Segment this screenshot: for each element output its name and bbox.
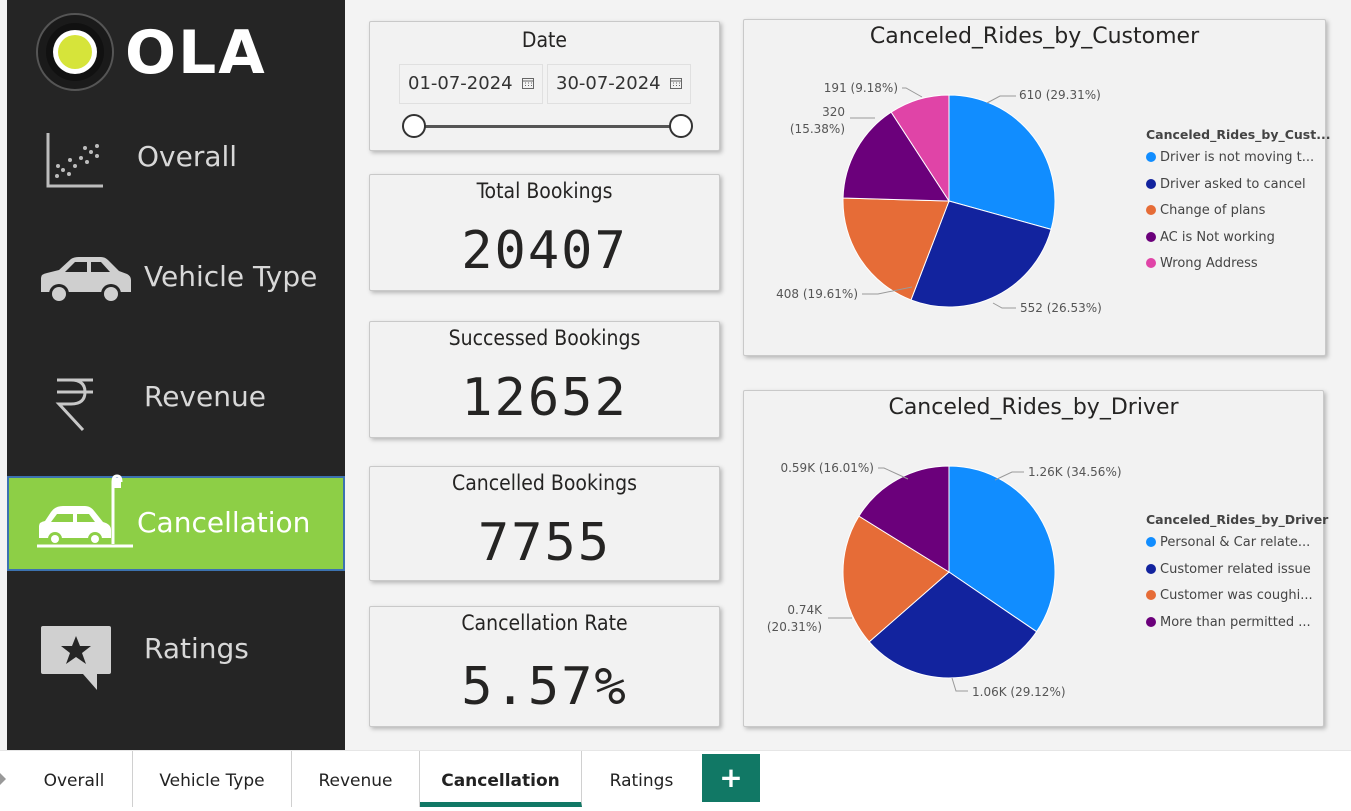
- kpi-value: 12652: [461, 368, 628, 428]
- legend-item[interactable]: Customer related issue: [1146, 562, 1328, 589]
- legend-label: Customer related issue: [1160, 561, 1311, 577]
- data-label: 1.26K (34.56%): [1028, 465, 1122, 479]
- legend-dot: [1146, 258, 1156, 268]
- leader-line: [986, 95, 1016, 104]
- sidebar-item-label: Vehicle Type: [144, 260, 318, 293]
- kpi-card-cancellation-rate: Cancellation Rate 5.57%: [369, 606, 720, 727]
- legend-label: Customer was coughi...: [1160, 588, 1313, 603]
- ola-logo-icon: [36, 13, 114, 91]
- legend-title: Canceled_Rides_by_Driver: [1146, 512, 1329, 527]
- sidebar-item-label: Cancellation: [137, 506, 311, 539]
- legend-dot: [1146, 178, 1156, 189]
- kpi-card-total-bookings: Total Bookings 20407: [369, 174, 720, 291]
- chart-legend: Canceled_Rides_by_Driver Personal & Car …: [1146, 512, 1328, 641]
- legend-dot: [1146, 590, 1156, 600]
- scatter-chart-icon: [46, 133, 103, 188]
- legend-item[interactable]: Customer was coughi...: [1146, 588, 1328, 615]
- tab-cancellation[interactable]: Cancellation: [420, 751, 582, 807]
- tab-ratings[interactable]: Ratings: [582, 751, 701, 807]
- add-page-button[interactable]: +: [702, 754, 760, 802]
- leader-line: [878, 467, 909, 480]
- star-comment-icon: [41, 626, 111, 690]
- legend-label: More than permitted ...: [1160, 614, 1311, 630]
- chart-canceled-by-driver: Canceled_Rides_by_Driver 1.26K (34.56%) 1…: [743, 390, 1328, 727]
- legend-item[interactable]: AC is Not working: [1146, 230, 1330, 257]
- legend-dot: [1146, 616, 1156, 627]
- ola-logo: OLA: [35, 12, 285, 92]
- legend-title: Canceled_Rides_by_Cust...: [1146, 127, 1331, 142]
- leader-line: [951, 677, 968, 692]
- start-date-input[interactable]: 01-07-2024: [399, 64, 543, 104]
- rupee-icon: [55, 378, 93, 432]
- legend-dot: [1146, 152, 1156, 162]
- data-label: 552 (26.53%): [1020, 301, 1102, 315]
- tab-scroll-arrow-icon[interactable]: [0, 773, 6, 785]
- data-label: 191 (9.18%): [824, 81, 898, 95]
- sidebar-item-label: Overall: [137, 140, 238, 173]
- legend-item[interactable]: Driver asked to cancel: [1146, 177, 1330, 204]
- legend-item[interactable]: Change of plans: [1146, 203, 1330, 230]
- sidebar-item-revenue[interactable]: Revenue: [7, 352, 345, 447]
- kpi-value: 20407: [461, 221, 628, 281]
- legend-dot: [1146, 231, 1156, 242]
- page-tab-bar: Overall Vehicle Type Revenue Cancellatio…: [0, 750, 1351, 807]
- legend-label: Change of plans: [1160, 203, 1266, 218]
- logo-text: OLA: [125, 18, 267, 88]
- legend-item[interactable]: More than permitted ...: [1146, 615, 1328, 642]
- legend-label: AC is Not working: [1160, 229, 1275, 245]
- data-label: 408 (19.61%): [776, 287, 858, 301]
- leader-line: [992, 302, 1016, 309]
- data-label: 610 (29.31%): [1019, 88, 1101, 102]
- data-label: 320 (15.38%): [790, 105, 845, 136]
- sidebar-item-vehicle-type[interactable]: Vehicle Type: [7, 232, 345, 327]
- sidebar-item-cancellation[interactable]: Cancellation: [7, 474, 345, 571]
- date-range-track[interactable]: [415, 125, 682, 128]
- legend-label: Personal & Car relate...: [1160, 535, 1311, 550]
- legend-dot: [1146, 537, 1156, 547]
- legend-item[interactable]: Personal & Car relate...: [1146, 535, 1328, 562]
- sidebar-item-label: Revenue: [144, 380, 266, 413]
- calendar-icon[interactable]: [670, 77, 682, 89]
- sidebar-item-label: Ratings: [144, 632, 249, 665]
- tab-vehicle-type[interactable]: Vehicle Type: [133, 751, 292, 807]
- tab-revenue[interactable]: Revenue: [292, 751, 420, 807]
- legend-label: Driver is not moving t...: [1160, 150, 1315, 165]
- tab-overall[interactable]: Overall: [16, 751, 133, 807]
- calendar-icon[interactable]: [522, 77, 534, 89]
- data-label: 0.74K (20.31%): [767, 603, 823, 634]
- range-start-handle[interactable]: [402, 114, 426, 138]
- leader-line: [902, 87, 923, 98]
- sidebar-item-ratings[interactable]: Ratings: [7, 604, 345, 699]
- legend-dot: [1146, 205, 1156, 215]
- legend-label: Driver asked to cancel: [1160, 176, 1306, 192]
- legend-item[interactable]: Wrong Address: [1146, 256, 1330, 283]
- kpi-title: Cancelled Bookings: [452, 471, 637, 495]
- end-date-value: 30-07-2024: [556, 73, 661, 94]
- kpi-value: 7755: [477, 513, 612, 573]
- kpi-title: Total Bookings: [476, 179, 613, 203]
- kpi-title: Cancellation Rate: [461, 611, 628, 635]
- car-icon: [41, 257, 131, 304]
- end-date-input[interactable]: 30-07-2024: [547, 64, 691, 104]
- sidebar-nav: OLA Overall Vehicle Type Revenue Cancell…: [7, 0, 345, 750]
- kpi-value: 5.57%: [461, 657, 628, 717]
- range-end-handle[interactable]: [669, 114, 693, 138]
- car-crash-icon: [37, 474, 133, 548]
- kpi-card-successed-bookings: Successed Bookings 12652: [369, 321, 720, 438]
- kpi-title: Successed Bookings: [448, 326, 641, 350]
- legend-item[interactable]: Driver is not moving t...: [1146, 150, 1330, 177]
- start-date-value: 01-07-2024: [408, 73, 513, 94]
- chart-canceled-by-customer: Canceled_Rides_by_Customer 610 (29.31%) 5…: [743, 19, 1330, 356]
- date-slicer-title: Date: [521, 28, 568, 52]
- sidebar-item-overall[interactable]: Overall: [7, 112, 345, 207]
- legend-dot: [1146, 563, 1156, 574]
- date-slicer: Date 01-07-2024 30-07-2024: [369, 21, 720, 151]
- legend-label: Wrong Address: [1160, 256, 1258, 271]
- data-label: 1.06K (29.12%): [972, 685, 1066, 699]
- chart-legend: Canceled_Rides_by_Cust... Driver is not …: [1146, 127, 1330, 283]
- kpi-card-cancelled-bookings: Cancelled Bookings 7755: [369, 466, 720, 581]
- data-label: 0.59K (16.01%): [780, 461, 874, 475]
